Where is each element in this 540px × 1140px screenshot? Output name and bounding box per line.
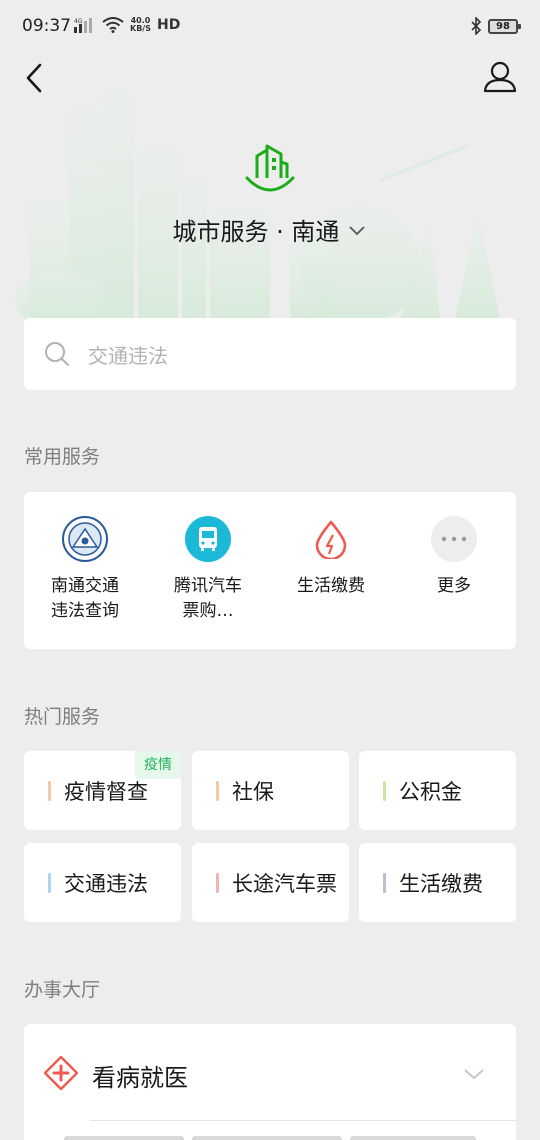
epidemic-badge: 疫情	[135, 751, 181, 779]
hot-service-social-security[interactable]: 社保	[192, 751, 349, 830]
hot-service-traffic-violation[interactable]: 交通违法	[24, 843, 181, 922]
hot-service-label: 长途汽车票	[232, 871, 337, 896]
chevron-down-icon	[464, 1069, 484, 1080]
network-speed: 40.0 KB/S	[130, 17, 151, 33]
common-services-title: 常用服务	[24, 446, 101, 468]
hot-service-accent-bar	[216, 780, 219, 801]
svg-text:4G: 4G	[74, 18, 83, 25]
search-placeholder: 交通违法	[88, 343, 168, 368]
city-skyline-illustration	[15, 90, 500, 320]
hot-service-housing-fund[interactable]: 公积金	[359, 751, 516, 830]
city-title-text: 城市服务 · 南通	[172, 218, 340, 246]
service-label-line2: 违法查询	[51, 601, 119, 621]
utility-drop-icon	[308, 516, 354, 562]
hot-service-label: 交通违法	[64, 871, 148, 896]
police-badge-icon	[62, 516, 108, 562]
hot-service-accent-bar	[48, 780, 51, 801]
signal-icon: 4G	[74, 18, 92, 33]
bus-icon	[185, 516, 231, 562]
hot-service-utilities[interactable]: 生活缴费	[359, 843, 516, 922]
hall-card: 看病就医	[24, 1024, 516, 1140]
service-more[interactable]: 更多	[399, 516, 509, 599]
service-label-line2: 票购…	[182, 601, 234, 621]
service-label: 腾讯汽车 票购…	[153, 574, 263, 624]
service-label: 南通交通 违法查询	[30, 574, 140, 624]
network-indicators: 4G 40.0 KB/S HD	[74, 17, 180, 33]
hot-service-label: 疫情督查	[64, 779, 148, 804]
hot-services-title: 热门服务	[24, 706, 101, 728]
chevron-down-icon	[349, 225, 366, 235]
search-icon	[45, 342, 69, 366]
hall-subitem-placeholder	[192, 1136, 342, 1140]
hall-item-label: 看病就医	[92, 1064, 188, 1092]
hot-service-epidemic[interactable]: 疫情督查 疫情	[24, 751, 181, 830]
hot-service-label: 生活缴费	[399, 871, 483, 896]
hot-service-label: 公积金	[399, 779, 462, 804]
wifi-icon	[102, 17, 124, 33]
hot-service-accent-bar	[383, 780, 386, 801]
battery-icon: 98	[488, 18, 521, 34]
city-selector[interactable]: 城市服务 · 南通	[0, 212, 540, 247]
hot-service-accent-bar	[48, 872, 51, 893]
hd-indicator: HD	[156, 17, 181, 33]
common-services-card: 南通交通 违法查询 腾讯汽车 票购… 生活缴费 更多	[24, 492, 516, 649]
hall-subitem-placeholder	[64, 1136, 184, 1140]
hot-service-accent-bar	[216, 872, 219, 893]
service-label: 生活缴费	[297, 576, 365, 596]
service-utilities[interactable]: 生活缴费	[276, 516, 386, 599]
service-label-line1: 腾讯汽车	[174, 576, 242, 596]
service-label: 更多	[437, 576, 471, 596]
hot-service-long-distance-bus[interactable]: 长途汽车票	[192, 843, 349, 922]
hall-subitem-placeholder	[350, 1136, 476, 1140]
hot-service-label: 社保	[232, 779, 274, 804]
bluetooth-icon	[471, 17, 482, 35]
network-speed-unit: KB/S	[130, 24, 151, 33]
service-label-line1: 南通交通	[51, 576, 119, 596]
status-time: 09:37	[22, 16, 71, 36]
medical-cross-icon	[44, 1056, 78, 1090]
hot-service-accent-bar	[383, 872, 386, 893]
search-input[interactable]: 交通违法	[24, 318, 516, 390]
hall-title: 办事大厅	[24, 979, 101, 1001]
more-icon	[431, 516, 477, 562]
hall-item-medical[interactable]: 看病就医	[24, 1024, 516, 1120]
status-right: 98	[470, 17, 521, 35]
service-traffic-violation[interactable]: 南通交通 违法查询	[30, 516, 140, 624]
city-buildings-icon	[245, 144, 295, 192]
service-tencent-bus[interactable]: 腾讯汽车 票购…	[153, 516, 263, 624]
status-bar: 09:37 4G 40.0 KB/S HD 98	[0, 0, 540, 54]
divider	[90, 1120, 516, 1121]
